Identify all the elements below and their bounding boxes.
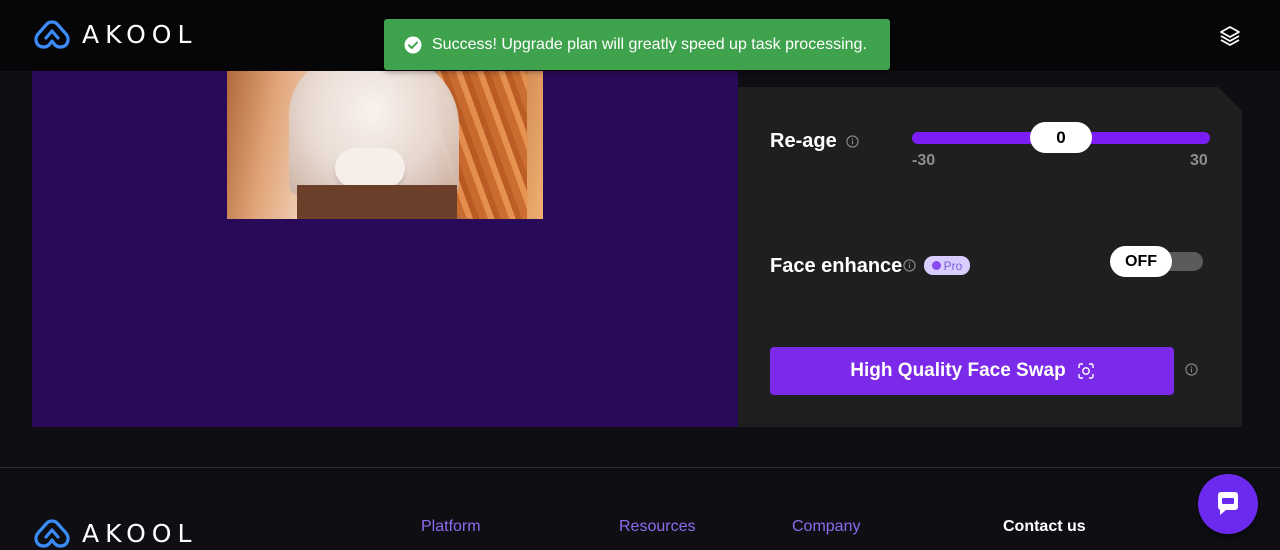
footer-link-company[interactable]: Company xyxy=(792,518,860,536)
reage-info-icon[interactable] xyxy=(846,135,859,148)
face-scan-icon xyxy=(1077,363,1094,379)
footer-brand-logo[interactable]: AKOOL xyxy=(32,516,197,550)
chat-support-button[interactable] xyxy=(1198,474,1258,534)
pro-icon xyxy=(931,261,941,270)
success-toast: Success! Upgrade plan will greatly speed… xyxy=(384,19,890,70)
akool-logo-icon xyxy=(34,519,70,548)
chat-bubble-icon xyxy=(1218,492,1238,515)
check-circle-icon xyxy=(404,36,422,53)
brand-logo[interactable]: AKOOL xyxy=(32,17,197,51)
reage-label: Re-age xyxy=(770,130,837,152)
footer-link-platform[interactable]: Platform xyxy=(421,518,481,536)
brand-name: AKOOL xyxy=(82,19,198,49)
toast-message: Success! Upgrade plan will greatly speed… xyxy=(432,35,867,53)
layers-icon[interactable] xyxy=(1218,24,1242,48)
face-enhance-info-icon[interactable] xyxy=(903,259,916,272)
swap-button-label: High Quality Face Swap xyxy=(850,360,1066,381)
footer-divider xyxy=(0,467,1280,468)
face-enhance-toggle[interactable]: OFF xyxy=(1110,246,1203,277)
footer-contact-heading: Contact us xyxy=(1003,518,1086,535)
toggle-knob: OFF xyxy=(1110,246,1172,277)
high-quality-face-swap-button[interactable]: High Quality Face Swap xyxy=(770,347,1174,395)
pro-badge-label: Pro xyxy=(943,258,963,273)
footer-brand-name: AKOOL xyxy=(82,518,198,548)
akool-logo-icon xyxy=(34,20,70,49)
face-enhance-label: Face enhance xyxy=(770,255,903,277)
swap-info-icon[interactable] xyxy=(1185,363,1198,376)
reage-max-label: 30 xyxy=(1190,152,1208,169)
settings-panel: Re-age 0 -30 30 Face enhance Pro OFF Hig… xyxy=(738,87,1242,427)
reage-min-label: -30 xyxy=(912,152,936,169)
pro-badge: Pro xyxy=(924,256,970,275)
footer-link-resources[interactable]: Resources xyxy=(619,518,695,536)
reage-slider-thumb[interactable]: 0 xyxy=(1030,122,1092,153)
